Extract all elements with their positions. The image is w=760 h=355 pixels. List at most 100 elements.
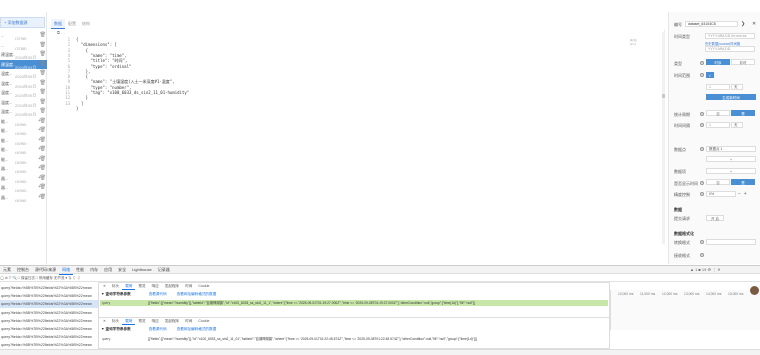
delete-icon[interactable]: 🗑 xyxy=(40,183,46,192)
range-value-input[interactable]: 1 xyxy=(706,84,730,90)
network-request-row[interactable]: query?fields=%5B%7B%22fields%22%3A%5B%22… xyxy=(0,333,98,341)
section-title-2[interactable]: ▼ 查询字符串参数 xyxy=(101,327,131,331)
precision-input[interactable]: 0% xyxy=(706,191,736,197)
detail-tab[interactable]: 载荷 xyxy=(122,318,136,325)
agg-option-yes[interactable]: 是 xyxy=(731,110,755,116)
sidebar-item[interactable]: 能...(4096) + 🗑 xyxy=(0,126,47,135)
delete-icon[interactable]: 🗑 xyxy=(40,69,46,78)
code-toolbar-icons[interactable]: ⧉ ⋯ xyxy=(57,30,65,35)
show-time-option-no[interactable]: 否 xyxy=(706,179,730,185)
devtools-tab[interactable]: 应用 xyxy=(101,266,115,274)
sidebar-item[interactable]: ... (3788) 🗑 xyxy=(0,41,47,50)
help-icon[interactable]: ? xyxy=(700,73,704,77)
help-icon[interactable]: ? xyxy=(700,240,704,244)
sidebar-item[interactable]: 能...(4096) + 🗑 xyxy=(0,117,47,126)
sidebar-item[interactable]: 能...(4096) + 🗑 xyxy=(0,155,47,164)
devtools-tab[interactable]: Lighthouse xyxy=(129,266,155,274)
devtools-tab[interactable]: 性能 xyxy=(73,266,87,274)
delete-icon[interactable]: 🗑 xyxy=(40,41,46,50)
devtools-tab[interactable]: 源代码/来源 xyxy=(32,266,59,274)
delete-icon[interactable]: 🗑 xyxy=(40,155,46,164)
add-datasource-button[interactable]: + 添加数据源 xyxy=(0,17,45,28)
code-editor[interactable] xyxy=(55,29,665,243)
view-source-link-2[interactable]: 查看源代码 xyxy=(149,327,167,331)
help-icon[interactable]: ? xyxy=(700,61,704,65)
sidebar-item[interactable]: 温度...2024年09月 🗑 xyxy=(0,79,47,88)
add-group-button[interactable]: + xyxy=(706,156,756,162)
tab-structure[interactable]: 结构 xyxy=(79,19,93,28)
avatar[interactable] xyxy=(750,286,759,295)
query-param-row-2[interactable]: query [{"fields":[{"mean":"humidity"}],"i… xyxy=(100,336,608,342)
detail-tab[interactable]: Cookie xyxy=(195,318,212,324)
help-icon[interactable]: ? xyxy=(700,147,704,151)
sidebar-item[interactable]: 器...(4096) + 🗑 xyxy=(0,174,47,183)
devtools-tab[interactable]: 元素 xyxy=(0,266,14,274)
close-icon[interactable]: ✕ xyxy=(752,21,756,27)
help-icon[interactable]: ? xyxy=(700,253,704,257)
query-param-row[interactable]: query [{"fields":[{"mean":"humidity"}],"t… xyxy=(100,300,608,306)
sidebar-item[interactable]: 建温度...2024年09月 🗑 xyxy=(0,50,47,59)
add-field-button[interactable]: + xyxy=(706,168,756,174)
detail-tab[interactable]: 时间 xyxy=(182,283,195,289)
delete-icon[interactable]: 🗑 xyxy=(40,98,46,107)
sidebar-item[interactable]: 器...(4096) + 🗑 xyxy=(0,193,47,202)
range-unit-select[interactable]: 天 xyxy=(731,84,743,90)
sidebar-item[interactable]: 能...(4096) + 🗑 xyxy=(0,145,47,154)
view-decoded-link-2[interactable]: 查看网址编码格式的数据 xyxy=(177,327,217,331)
sidebar-item[interactable]: 器...(4096) + 🗑 xyxy=(0,183,47,192)
close-icon[interactable]: ✕ xyxy=(100,318,109,324)
detail-tab[interactable]: 响应 xyxy=(149,283,162,289)
delete-icon[interactable]: 🗑 xyxy=(40,126,46,135)
help-icon[interactable]: ? xyxy=(700,112,704,116)
time-format-input[interactable]: YYYY-MM-DD xyxy=(705,46,755,52)
submit-toggle[interactable]: 开 启 xyxy=(706,215,724,221)
delete-icon[interactable]: 🗑 xyxy=(40,145,46,154)
network-request-row[interactable]: query?fields=%5B%7B%22fields%22%3A%5B%22… xyxy=(0,325,98,333)
detail-tab[interactable]: 响应 xyxy=(149,318,162,324)
help-icon[interactable]: ? xyxy=(700,123,704,127)
detail-tab[interactable]: 标头 xyxy=(109,283,122,289)
detail-tab[interactable]: 发起程序 xyxy=(162,283,182,289)
delete-icon[interactable]: 🗑 xyxy=(40,50,46,59)
help-icon[interactable]: ? xyxy=(700,192,704,196)
agg-option-no[interactable]: 否 xyxy=(706,110,730,116)
id-field[interactable]: dataset_64104C8 xyxy=(685,21,738,27)
detail-tab[interactable]: 预览 xyxy=(135,318,148,324)
sidebar-item[interactable]: 器...(4096) + 🗑 xyxy=(0,164,47,173)
sidebar-item[interactable]: 温度...2024年09月 🗑 xyxy=(0,69,47,78)
delete-icon[interactable]: 🗑 xyxy=(40,60,46,69)
network-toolbar[interactable]: ◯ ⊘ ▽ 🔍 □ 保留日志 □ 停用缓存 无节流 ▾ ⇅ ⇧ ⇩ xyxy=(0,274,760,282)
editor-scroll-thumb[interactable] xyxy=(662,94,665,98)
devtools-tab[interactable]: 记录器 xyxy=(155,266,173,274)
network-request-row[interactable]: query?fields=%5B%7B%22fields%22%3A%5B%22… xyxy=(0,300,98,309)
devtools-tab[interactable]: 安全 xyxy=(115,266,129,274)
delete-icon[interactable]: 🗑 xyxy=(40,193,46,202)
sidebar-item[interactable]: 温度...2024年09月 🗑 xyxy=(0,98,47,107)
sidebar-item[interactable]: 能...(4096) + 🗑 xyxy=(0,136,47,145)
interval-value-input[interactable]: 1 xyxy=(706,122,730,128)
devtools-tab[interactable]: 内存 xyxy=(87,266,101,274)
view-decoded-link[interactable]: 查看网址编码格式的数据 xyxy=(177,292,217,296)
precision-stepper[interactable]: − + xyxy=(738,191,747,197)
interval-unit-select[interactable]: 天 xyxy=(731,122,743,128)
convert-format-select[interactable] xyxy=(706,239,756,245)
delete-icon[interactable]: 🗑 xyxy=(40,79,46,88)
show-time-option-yes[interactable]: 是 xyxy=(731,179,755,185)
tab-data[interactable]: 数据 xyxy=(51,19,65,29)
detail-tab[interactable]: 标头 xyxy=(109,318,122,324)
chevron-right-icon[interactable]: ❯ xyxy=(741,21,745,27)
detail-tab[interactable]: 时间 xyxy=(182,318,195,324)
editor-scrollbar[interactable] xyxy=(662,32,665,244)
type-option-nontime[interactable]: 非时 xyxy=(731,59,755,65)
close-icon[interactable]: ✕ xyxy=(100,283,109,289)
delete-icon[interactable]: 🗑 xyxy=(40,136,46,145)
sidebar-item[interactable]: 温度...2024年09月 🗑 xyxy=(0,88,47,97)
detail-tab[interactable]: 预览 xyxy=(135,283,148,289)
detail-tab[interactable]: 发起程序 xyxy=(162,318,182,324)
view-source-link[interactable]: 查看源代码 xyxy=(149,292,167,296)
detail-tab[interactable]: 载荷 xyxy=(122,283,136,290)
devtools-tab[interactable]: 控制台 xyxy=(14,266,32,274)
delete-icon[interactable]: 🗑 xyxy=(40,107,46,116)
devtools-status-badges[interactable]: ▲ 1 ■ 19 ⚙ ⋮ ✕ xyxy=(690,267,721,272)
tab-config[interactable]: 配置 xyxy=(65,19,79,28)
